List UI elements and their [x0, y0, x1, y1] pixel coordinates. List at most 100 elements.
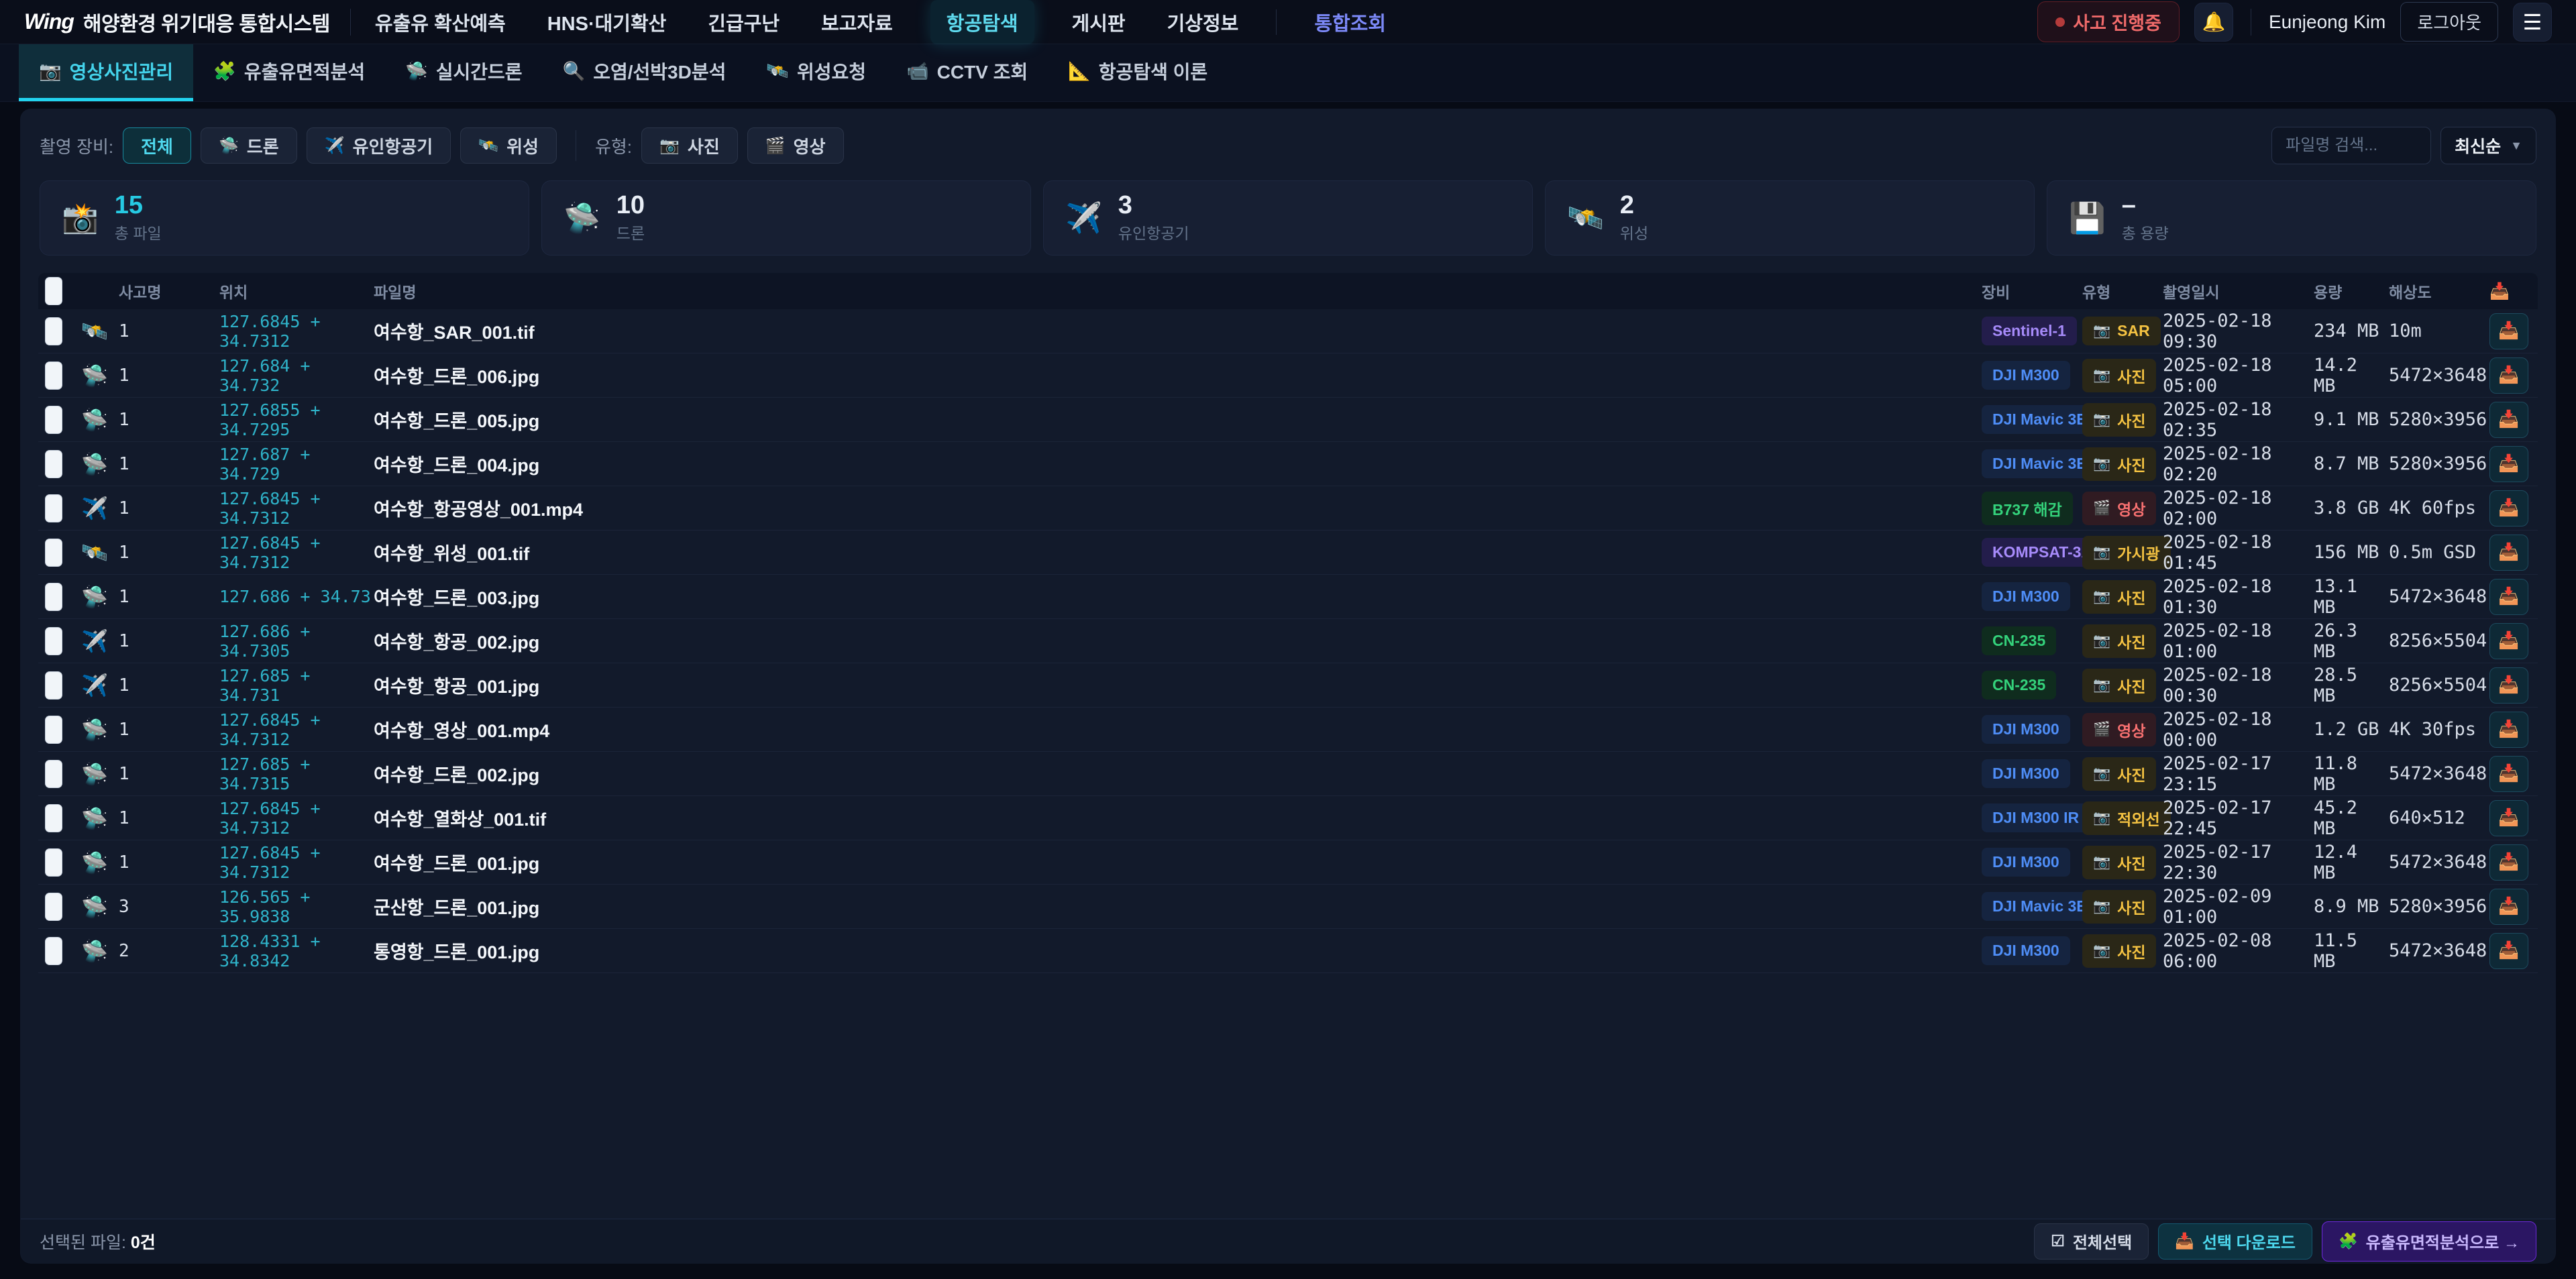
equipment-badge: DJI M300 IR — [1982, 803, 2090, 832]
table-row[interactable]: 🛸 1 127.685 + 34.7315 여수항_드론_002.jpg DJI… — [38, 752, 2538, 796]
table-row[interactable]: 🛸 1 127.684 + 34.732 여수항_드론_006.jpg DJI … — [38, 353, 2538, 398]
section-tab[interactable]: 🛰️ 위성요청 — [746, 44, 886, 101]
summary-card[interactable]: 🛸 10 드론 — [541, 180, 1031, 256]
table-row[interactable]: 🛸 1 127.687 + 34.729 여수항_드론_004.jpg DJI … — [38, 442, 2538, 486]
row-checkbox[interactable] — [45, 583, 62, 611]
select-all-checkbox[interactable] — [45, 277, 62, 305]
incident-cell: 1 — [119, 675, 219, 696]
download-icon: 📥 — [2498, 321, 2519, 341]
download-selected-button[interactable]: 📥 선택 다운로드 — [2158, 1223, 2312, 1260]
row-checkbox[interactable] — [45, 317, 62, 345]
hamburger-icon: ☰ — [2523, 9, 2542, 35]
download-button[interactable]: 📥 — [2489, 667, 2528, 704]
nav-item-integrated-search[interactable]: 통합조회 — [1310, 0, 1390, 44]
nav-item[interactable]: 게시판 — [1068, 0, 1130, 44]
row-checkbox[interactable] — [45, 362, 62, 390]
section-tab[interactable]: 🔍 오염/선박3D분석 — [543, 44, 747, 101]
row-checkbox[interactable] — [45, 671, 62, 700]
size-cell: 12.4 MB — [2314, 842, 2389, 883]
section-tab[interactable]: 📷 영상사진관리 — [19, 44, 193, 101]
row-checkbox[interactable] — [45, 893, 62, 921]
row-checkbox[interactable] — [45, 760, 62, 788]
tab-label: 항공탐색 이론 — [1099, 58, 1208, 85]
filename-cell: 여수항_항공_001.jpg — [374, 672, 1982, 698]
section-tab[interactable]: 📐 항공탐색 이론 — [1048, 44, 1228, 101]
table-row[interactable]: 🛸 3 126.565 + 35.9838 군산항_드론_001.jpg DJI… — [38, 885, 2538, 929]
datetime-cell: 2025-02-18 02:20 — [2163, 443, 2314, 485]
logout-button[interactable]: 로그아웃 — [2400, 2, 2498, 42]
tab-label: 오염/선박3D분석 — [593, 58, 726, 85]
download-icon: 📥 — [2498, 587, 2519, 606]
type-badge-label: 사진 — [2117, 586, 2145, 608]
download-button[interactable]: 📥 — [2489, 490, 2528, 526]
summary-card[interactable]: 📸 15 총 파일 — [40, 180, 529, 256]
download-button[interactable]: 📥 — [2489, 402, 2528, 438]
nav-item[interactable]: 유출유 확산예측 — [371, 0, 510, 44]
download-button[interactable]: 📥 — [2489, 623, 2528, 659]
device-filter-button[interactable]: ✈️ 유인항공기 — [307, 127, 451, 164]
table-row[interactable]: 🛸 1 127.6845 + 34.7312 여수항_드론_001.jpg DJ… — [38, 840, 2538, 885]
nav-item[interactable]: 항공탐색 — [930, 0, 1034, 44]
table-row[interactable]: ✈️ 1 127.685 + 34.731 여수항_항공_001.jpg CN-… — [38, 663, 2538, 708]
sort-dropdown[interactable]: 최신순 ▼ — [2440, 127, 2536, 164]
download-button[interactable]: 📥 — [2489, 844, 2528, 881]
row-checkbox[interactable] — [45, 804, 62, 832]
device-filter-button[interactable]: 🛰️ 위성 — [460, 127, 557, 164]
table-row[interactable]: 🛰️ 1 127.6845 + 34.7312 여수항_SAR_001.tif … — [38, 309, 2538, 353]
type-cell: 🎬 영상 — [2082, 492, 2163, 525]
size-cell: 3.8 GB — [2314, 498, 2389, 518]
section-tab[interactable]: 🧩 유출유면적분석 — [193, 44, 385, 101]
download-button[interactable]: 📥 — [2489, 357, 2528, 394]
device-filter-button[interactable]: 🛸 드론 — [201, 127, 297, 164]
table-row[interactable]: ✈️ 1 127.686 + 34.7305 여수항_항공_002.jpg CN… — [38, 619, 2538, 663]
size-cell: 9.1 MB — [2314, 409, 2389, 430]
table-row[interactable]: 🛸 1 127.6855 + 34.7295 여수항_드론_005.jpg DJ… — [38, 398, 2538, 442]
summary-card[interactable]: ✈️ 3 유인항공기 — [1043, 180, 1533, 256]
table-row[interactable]: 🛸 1 127.6845 + 34.7312 여수항_열화상_001.tif D… — [38, 796, 2538, 840]
download-button[interactable]: 📥 — [2489, 535, 2528, 571]
type-filter-button[interactable]: 📷 사진 — [641, 127, 738, 164]
device-filter-button[interactable]: 전체 — [123, 127, 191, 164]
row-checkbox[interactable] — [45, 937, 62, 965]
table-row[interactable]: 🛸 1 127.6845 + 34.7312 여수항_영상_001.mp4 DJ… — [38, 708, 2538, 752]
card-icon: 🛰️ — [1567, 201, 1604, 235]
download-button[interactable]: 📥 — [2489, 889, 2528, 925]
type-filter-button[interactable]: 🎬 영상 — [747, 127, 844, 164]
type-badge-icon: 🎬 — [2093, 500, 2110, 516]
table-row[interactable]: 🛸 1 127.686 + 34.73 여수항_드론_003.jpg DJI M… — [38, 575, 2538, 619]
filename-search-input[interactable] — [2271, 127, 2431, 164]
row-checkbox[interactable] — [45, 406, 62, 434]
download-button[interactable]: 📥 — [2489, 579, 2528, 615]
row-checkbox[interactable] — [45, 848, 62, 877]
resolution-cell: 4K 30fps — [2389, 719, 2489, 740]
hamburger-menu-button[interactable]: ☰ — [2513, 3, 2552, 42]
nav-item[interactable]: 긴급구난 — [704, 0, 784, 44]
row-checkbox[interactable] — [45, 539, 62, 567]
section-tab[interactable]: 📹 CCTV 조회 — [886, 44, 1048, 101]
download-button[interactable]: 📥 — [2489, 756, 2528, 792]
nav-item[interactable]: 보고자료 — [817, 0, 897, 44]
download-button[interactable]: 📥 — [2489, 313, 2528, 349]
notifications-button[interactable]: 🔔 — [2194, 3, 2233, 42]
download-button[interactable]: 📥 — [2489, 933, 2528, 969]
incident-status-badge: 사고 진행중 — [2037, 1, 2180, 42]
nav-item[interactable]: HNS·대기확산 — [543, 0, 671, 44]
nav-item[interactable]: 기상정보 — [1163, 0, 1243, 44]
download-button[interactable]: 📥 — [2489, 800, 2528, 836]
row-checkbox[interactable] — [45, 716, 62, 744]
download-button[interactable]: 📥 — [2489, 712, 2528, 748]
row-checkbox[interactable] — [45, 627, 62, 655]
section-tab[interactable]: 🛸 실시간드론 — [385, 44, 542, 101]
header-size: 용량 — [2314, 280, 2389, 302]
select-all-button[interactable]: ☑ 전체선택 — [2034, 1223, 2149, 1260]
row-checkbox[interactable] — [45, 494, 62, 522]
file-table: 사고명 위치 파일명 장비 유형 촬영일시 용량 해상도 📥 🛰️ 1 127.… — [21, 256, 2555, 1219]
table-row[interactable]: 🛰️ 1 127.6845 + 34.7312 여수항_위성_001.tif K… — [38, 531, 2538, 575]
row-checkbox[interactable] — [45, 450, 62, 478]
table-row[interactable]: 🛸 2 128.4331 + 34.8342 통영항_드론_001.jpg DJ… — [38, 929, 2538, 973]
send-to-analysis-button[interactable]: 🧩 유출유면적분석으로 → — [2322, 1221, 2536, 1262]
summary-card[interactable]: 💾 – 총 용량 — [2047, 180, 2536, 256]
table-row[interactable]: ✈️ 1 127.6845 + 34.7312 여수항_항공영상_001.mp4… — [38, 486, 2538, 531]
download-button[interactable]: 📥 — [2489, 446, 2528, 482]
summary-card[interactable]: 🛰️ 2 위성 — [1545, 180, 2035, 256]
